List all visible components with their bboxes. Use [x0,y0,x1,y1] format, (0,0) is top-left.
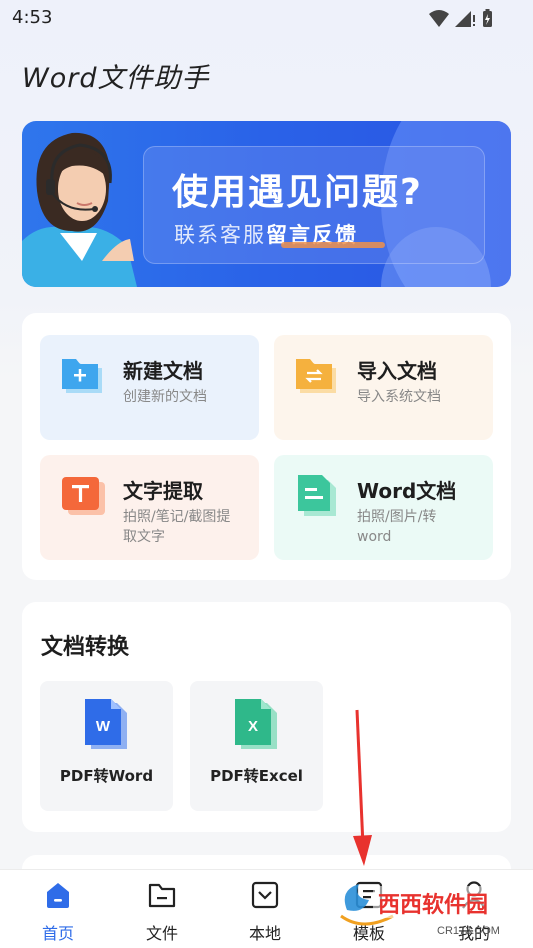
pdf-to-excel-card[interactable]: X PDF转Excel [190,681,323,811]
watermark-text: 西西软件园 [378,892,488,918]
annotation-arrow [353,709,372,866]
nav-home[interactable]: 首页 [5,870,111,948]
new-doc-icon [62,359,102,393]
local-icon [251,881,279,909]
nav-local[interactable]: 本地 [212,870,318,948]
word-document-tile[interactable]: Word文档 拍照/图片/转word [274,455,493,560]
nav-label: 文件 [145,924,178,943]
site-watermark: 西西软件园 CR173.COM [340,884,523,937]
folder-icon [148,883,176,908]
tile-title: Word文档 [357,479,457,503]
import-document-tile[interactable]: 导入文档 导入系统文档 [274,335,493,440]
nav-label: 本地 [248,924,281,943]
signal-icon [455,11,471,27]
conv-label: PDF转Word [59,767,154,785]
tile-title: 新建文档 [123,359,203,383]
nav-files[interactable]: 文件 [109,870,215,948]
pdf-to-word-card[interactable]: W PDF转Word [40,681,173,811]
tile-title: 文字提取 [123,479,203,503]
customer-service-agent-illustration [22,132,137,287]
tile-desc: 拍照/笔记/截图提取文字 [123,509,231,545]
nav-label: 首页 [41,924,74,943]
feedback-banner[interactable]: 使用遇见问题? 联系客服留言反馈 [22,121,511,287]
banner-highlight-underline [281,242,385,248]
tile-title: 导入文档 [357,359,437,383]
home-icon [47,883,69,908]
pdf-to-word-icon: W [85,699,127,749]
wifi-icon [429,10,449,27]
section-title: 文档转换 [41,635,130,660]
import-doc-icon [296,359,336,393]
app-screen: 4:53 Word文件助手 使用遇见问题? 联系客服留言反馈 新建文档 创建新的… [0,0,533,948]
banner-subtitle-prefix: 联系客服 [174,223,266,247]
word-doc-icon [298,475,336,516]
pdf-to-excel-icon: X [235,699,277,749]
conv-letter: W [96,718,111,735]
status-bar: 4:53 [0,0,533,38]
watermark-sub: CR173.COM [437,925,500,937]
tile-desc: 拍照/图片/转word [357,509,437,545]
conv-label: PDF转Excel [210,767,303,785]
text-extract-tile[interactable]: 文字提取 拍照/笔记/截图提取文字 [40,455,259,560]
status-time: 4:53 [12,7,53,28]
conv-letter: X [248,718,258,735]
new-document-tile[interactable]: 新建文档 创建新的文档 [40,335,259,440]
text-extract-icon [62,477,105,515]
status-icons [429,9,492,27]
tile-desc: 创建新的文档 [123,389,207,405]
conversion-panel: 文档转换 W PDF转Word X PDF转Excel [22,602,511,832]
tools-panel: 新建文档 创建新的文档 导入文档 导入系统文档 文字提取 拍照/笔记/截图提取文… [22,313,511,580]
banner-title: 使用遇见问题? [172,172,423,213]
tile-desc: 导入系统文档 [357,389,441,405]
app-title: Word文件助手 [22,63,210,94]
